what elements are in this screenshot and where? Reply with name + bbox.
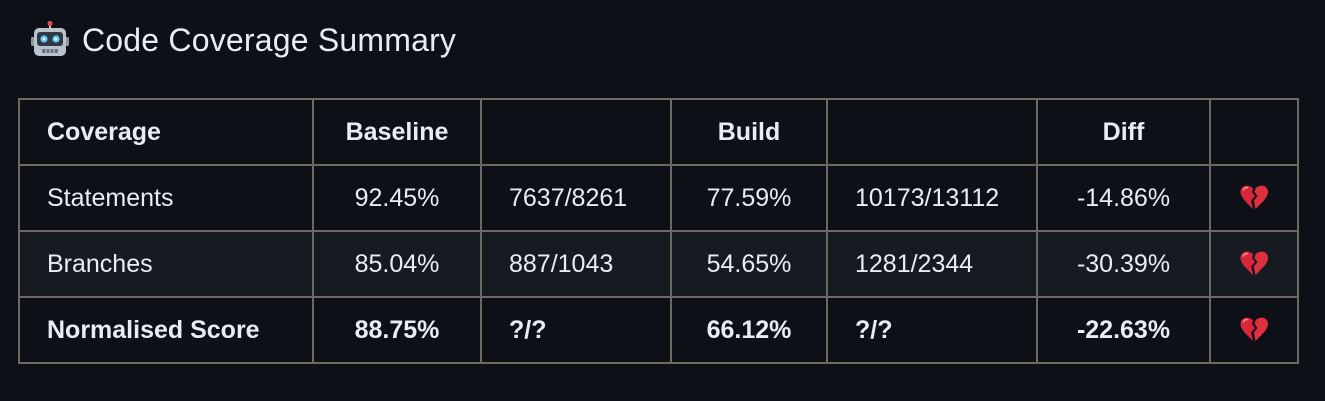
build-percent: 54.65% <box>670 230 828 298</box>
column-header-baseline-ratio <box>480 98 672 166</box>
page-heading: Code Coverage Summary <box>30 18 456 62</box>
status-cell <box>1209 230 1299 298</box>
build-percent: 77.59% <box>670 164 828 232</box>
coverage-table: Coverage Baseline Build Diff Statements … <box>18 98 1299 364</box>
build-percent: 66.12% <box>670 296 828 364</box>
row-label: Branches <box>18 230 314 298</box>
table-header-row: Coverage Baseline Build Diff <box>18 98 1299 166</box>
baseline-ratio: 7637/8261 <box>480 164 672 232</box>
build-ratio: 10173/13112 <box>826 164 1038 232</box>
column-header-status <box>1209 98 1299 166</box>
diff-percent: -30.39% <box>1036 230 1211 298</box>
baseline-percent: 92.45% <box>312 164 482 232</box>
status-cell <box>1209 164 1299 232</box>
column-header-build: Build <box>670 98 828 166</box>
column-header-build-ratio <box>826 98 1038 166</box>
status-cell <box>1209 296 1299 364</box>
table-row: Normalised Score 88.75% ?/? 66.12% ?/? -… <box>18 296 1299 364</box>
row-label: Normalised Score <box>18 296 314 364</box>
page-title: Code Coverage Summary <box>82 21 457 58</box>
build-ratio: 1281/2344 <box>826 230 1038 298</box>
diff-percent: -22.63% <box>1036 296 1211 364</box>
diff-percent: -14.86% <box>1036 164 1211 232</box>
column-header-diff: Diff <box>1036 98 1211 166</box>
column-header-coverage: Coverage <box>18 98 314 166</box>
baseline-percent: 88.75% <box>312 296 482 364</box>
baseline-ratio: ?/? <box>480 296 672 364</box>
robot-icon <box>30 20 70 60</box>
broken-heart-icon <box>1238 249 1270 279</box>
row-label: Statements <box>18 164 314 232</box>
table-row: Statements 92.45% 7637/8261 77.59% 10173… <box>18 164 1299 232</box>
column-header-baseline: Baseline <box>312 98 482 166</box>
table-row: Branches 85.04% 887/1043 54.65% 1281/234… <box>18 230 1299 298</box>
broken-heart-icon <box>1238 183 1270 213</box>
baseline-ratio: 887/1043 <box>480 230 672 298</box>
broken-heart-icon <box>1238 315 1270 345</box>
baseline-percent: 85.04% <box>312 230 482 298</box>
build-ratio: ?/? <box>826 296 1038 364</box>
